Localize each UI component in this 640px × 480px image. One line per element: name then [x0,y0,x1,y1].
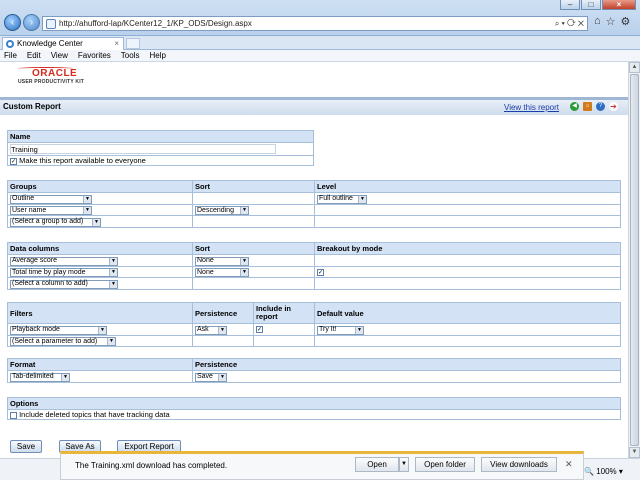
minimize-button[interactable]: – [560,0,580,10]
ie-icon [6,40,14,48]
filters-section: Filters Persistence Include in report De… [7,302,621,347]
menu-edit[interactable]: Edit [27,50,41,61]
help-icon[interactable]: ? [596,102,605,111]
zoom-level[interactable]: 🔍 100% ▾ [584,467,623,476]
save-button[interactable]: Save [10,440,42,453]
scroll-down-icon[interactable]: ▼ [629,447,640,458]
filters-header: Filters [7,302,193,324]
address-bar[interactable]: http://ahufford-lap/KCenter12_1/KP_ODS/D… [42,16,588,31]
include-deleted-checkbox[interactable] [10,411,17,419]
page-icon [46,19,56,29]
share-checkbox[interactable]: ✓ [10,157,17,165]
favorites-star-icon[interactable]: ☆ [606,15,616,28]
oracle-logo: ORACLE USER PRODUCTIVITY KIT [18,67,85,85]
menu-bar: File Edit View Favorites Tools Help [0,50,640,62]
window-controls: – □ × [560,0,636,10]
tab-knowledge-center[interactable]: Knowledge Center × [2,37,124,50]
download-message: The Training.xml download has completed. [75,461,228,470]
download-notification-bar: The Training.xml download has completed.… [60,451,584,480]
data-columns-section: Data columns Sort Breakout by mode Avera… [7,242,621,290]
name-section: Name Training ✓ Make this report availab… [7,130,314,166]
share-label: Make this report available to everyone [19,156,146,165]
tab-close-icon[interactable]: × [114,38,119,49]
add-group-select[interactable]: (Select a group to add) ▼ [10,217,101,227]
exit-icon[interactable]: ➔ [609,102,618,111]
data-columns-header: Data columns [7,242,193,255]
menu-favorites[interactable]: Favorites [78,50,111,61]
level-select[interactable]: Full outline ▼ [317,194,367,204]
new-tab-button[interactable] [126,38,140,49]
custom-report-header: Custom Report View this report ◀ ⌂ ? ➔ [0,97,628,115]
group-sort-select[interactable]: Descending ▼ [195,206,249,215]
column-select-total-time[interactable]: Total time by play mode ▼ [10,268,118,277]
name-header: Name [7,130,314,143]
open-dropdown-icon[interactable]: ▼ [399,457,409,472]
menu-file[interactable]: File [4,50,17,61]
open-folder-button[interactable]: Open folder [415,457,475,472]
format-header: Format [7,358,193,371]
format-section: Format Persistence Tab-delimited ▼ Save ▼ [7,358,621,383]
group-select-outline[interactable]: Outline ▼ [10,194,92,204]
home-icon[interactable]: ⌂ [594,15,601,28]
scroll-up-icon[interactable]: ▲ [629,62,640,73]
menu-view[interactable]: View [51,50,68,61]
menu-help[interactable]: Help [149,50,165,61]
home-icon[interactable]: ⌂ [583,102,592,111]
default-value-header: Default value [314,302,621,324]
view-report-link[interactable]: View this report [504,103,559,112]
filter-select-playback-mode[interactable]: Playback mode ▼ [10,325,107,335]
filter-persistence-header: Persistence [192,302,254,324]
filter-persistence-select[interactable]: Ask ▼ [195,325,227,335]
add-column-select[interactable]: (Select a column to add) ▼ [10,279,118,289]
maximize-button[interactable]: □ [581,0,601,10]
column-sort-select-2[interactable]: None ▼ [195,268,249,277]
format-select[interactable]: Tab-delimited ▼ [10,372,70,382]
data-sort-header: Sort [192,242,315,255]
include-deleted-label: Include deleted topics that have trackin… [19,410,170,419]
report-name-input[interactable]: Training [10,144,276,154]
vertical-scrollbar[interactable]: ▲ ▼ [628,62,640,458]
browser-title-bar: – □ × ‹ › http://ahufford-lap/KCenter12_… [0,0,640,36]
options-header: Options [7,397,621,410]
page-title: Custom Report [3,102,61,111]
browser-right-icons: ⌂ ☆ ⚙ [594,15,630,28]
close-window-button[interactable]: × [602,0,636,10]
tab-title: Knowledge Center [17,39,83,48]
settings-gear-icon[interactable]: ⚙ [621,15,631,28]
scroll-thumb[interactable] [630,74,639,446]
format-persistence-header: Persistence [192,358,621,371]
format-persistence-select[interactable]: Save ▼ [195,372,227,382]
close-download-bar-icon[interactable]: ✕ [565,459,573,470]
column-select-average-score[interactable]: Average score ▼ [10,256,118,266]
download-open-button[interactable]: Open [355,457,399,472]
url-text: http://ahufford-lap/KCenter12_1/KP_ODS/D… [59,19,252,28]
back-button[interactable]: ‹ [4,14,21,31]
add-parameter-select[interactable]: (Select a parameter to add) ▼ [10,337,116,346]
include-in-report-checkbox[interactable]: ✓ [256,326,263,334]
tab-bar: Knowledge Center × [0,36,640,50]
groups-header: Groups [7,180,193,193]
forward-button[interactable]: › [23,14,40,31]
groups-section: Groups Sort Level Outline ▼ Full outline ▼… [7,180,621,228]
column-sort-select-1[interactable]: None ▼ [195,256,249,266]
breakout-checkbox[interactable]: ✓ [317,268,324,276]
page-content: ORACLE USER PRODUCTIVITY KIT Custom Repo… [0,62,628,458]
breakout-header: Breakout by mode [314,242,621,255]
back-arrow-icon[interactable]: ◀ [570,102,579,111]
address-tools-icon[interactable]: ⌕ ▾ ⟳ ✕ [555,17,584,30]
view-downloads-button[interactable]: View downloads [481,457,557,472]
groups-sort-header: Sort [192,180,315,193]
level-header: Level [314,180,621,193]
default-value-select[interactable]: Try It! ▼ [317,325,364,335]
include-in-report-header: Include in report [253,302,315,324]
menu-tools[interactable]: Tools [121,50,140,61]
options-section: Options Include deleted topics that have… [7,397,621,420]
group-select-user-name[interactable]: User name ▼ [10,206,92,215]
